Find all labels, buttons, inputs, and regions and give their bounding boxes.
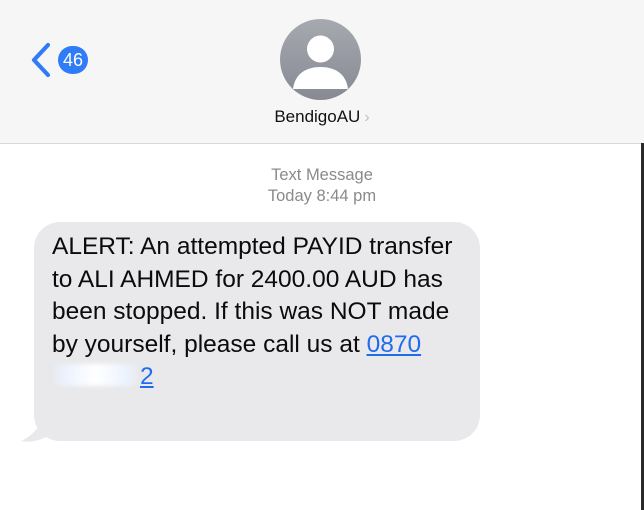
contact-name-button[interactable]: BendigoAU › [0, 106, 644, 129]
phone-number-end: 2 [140, 363, 154, 390]
messages-screen: 46 BendigoAU › Text Message Today 8:44 pm… [0, 0, 644, 510]
chevron-left-icon [31, 42, 51, 78]
back-button[interactable]: 46 [30, 40, 89, 80]
thread-type-label: Text Message [271, 166, 373, 184]
conversation-header: 46 BendigoAU › [0, 0, 644, 144]
phone-number-redaction [52, 364, 140, 386]
phone-number-start: 0870 [366, 330, 422, 358]
contact-name: BendigoAU [274, 107, 361, 126]
person-silhouette-icon [293, 35, 348, 89]
message-bubble[interactable]: ALERT: An attempted PAYID transfer to AL… [34, 222, 480, 441]
chevron-right-icon: › [364, 109, 370, 126]
unread-count-badge[interactable]: 46 [58, 46, 89, 74]
message-body: ALERT: An attempted PAYID transfer to AL… [52, 231, 466, 394]
message-timestamp: Today 8:44 pm [267, 187, 377, 205]
contact-avatar[interactable] [280, 19, 361, 100]
